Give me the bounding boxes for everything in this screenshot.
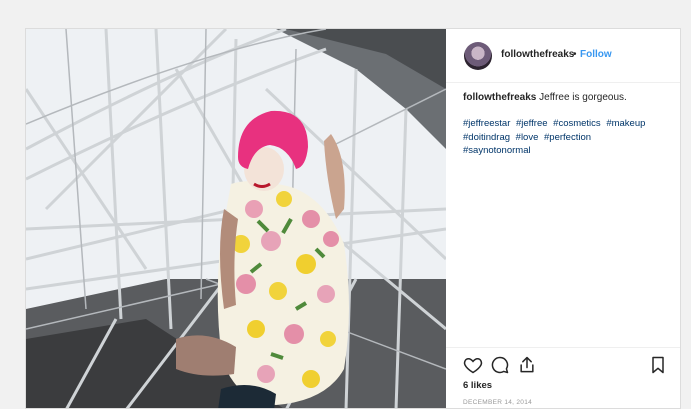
caption: followthefreaks Jeffree is gorgeous. <box>463 91 668 105</box>
post-username[interactable]: followthefreaks <box>501 49 574 60</box>
hashtag-link[interactable]: #perfection <box>544 132 591 143</box>
likes-count[interactable]: 6 likes <box>463 380 492 391</box>
hashtag-link[interactable]: #saynotonormal <box>463 145 531 156</box>
hashtag-link[interactable]: #makeup <box>606 118 645 129</box>
caption-text: Jeffree is gorgeous. <box>539 92 627 103</box>
caption-username[interactable]: followthefreaks <box>463 92 536 103</box>
post-sidebar: followthefreaks • Follow followthefreaks… <box>446 29 680 408</box>
heart-icon[interactable] <box>463 355 483 375</box>
avatar[interactable] <box>464 42 492 70</box>
share-icon[interactable] <box>517 355 537 375</box>
hashtag-link[interactable]: #cosmetics <box>553 118 601 129</box>
hashtag-link[interactable]: #jeffree <box>516 118 548 129</box>
post-photo[interactable] <box>26 29 446 408</box>
hashtags: #jeffreestar #jeffree #cosmetics #makeup… <box>463 117 668 158</box>
post-date: DECEMBER 14, 2014 <box>463 399 533 406</box>
bookmark-icon[interactable] <box>648 355 668 375</box>
separator-dot: • <box>573 49 577 60</box>
instagram-post-card: followthefreaks • Follow followthefreaks… <box>25 28 681 409</box>
hashtag-link[interactable]: #love <box>516 132 539 143</box>
post-header: followthefreaks • Follow <box>446 29 680 83</box>
comment-icon[interactable] <box>490 355 510 375</box>
hashtag-link[interactable]: #jeffreestar <box>463 118 510 129</box>
hashtag-link[interactable]: #doitindrag <box>463 132 510 143</box>
post-photo-illustration <box>26 29 446 408</box>
follow-button[interactable]: Follow <box>580 49 612 60</box>
